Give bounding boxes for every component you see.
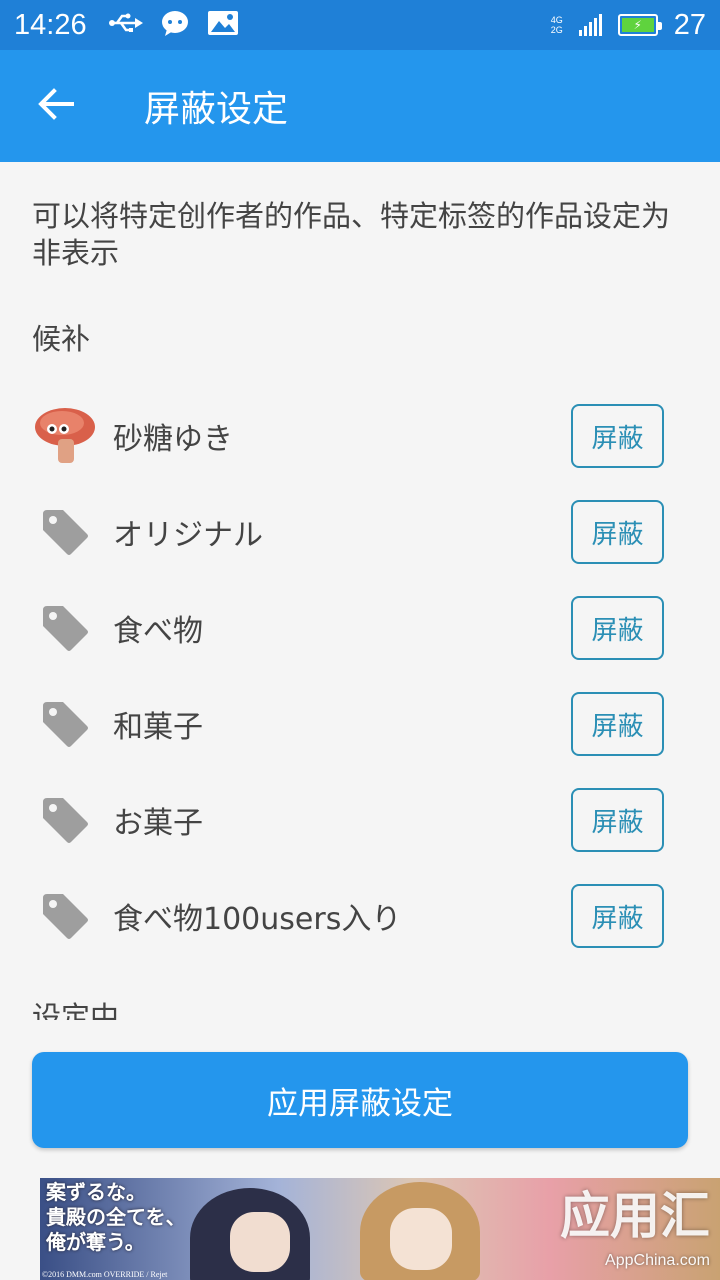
candidate-row-tag: お菓子 屏蔽	[0, 772, 720, 868]
network-bottom-label: 2G	[550, 25, 563, 35]
candidate-label: 和菓子	[113, 710, 203, 745]
tag-icon	[32, 883, 98, 949]
watermark-title: 应用汇	[560, 1187, 710, 1245]
back-button[interactable]	[0, 50, 112, 162]
mute-button[interactable]: 屏蔽	[571, 788, 664, 852]
mute-button[interactable]: 屏蔽	[571, 692, 664, 756]
network-top-label: 4G	[550, 15, 563, 25]
watermark-subtitle: AppChina.com	[605, 1252, 710, 1269]
usb-icon	[108, 13, 143, 37]
mute-button[interactable]: 屏蔽	[571, 884, 664, 948]
status-right: 4G 2G ⚡ 27	[551, 9, 706, 42]
network-type: 4G 2G	[551, 15, 563, 35]
image-icon	[207, 10, 239, 40]
candidate-row-tag: オリジナル 屏蔽	[0, 484, 720, 580]
candidate-label: オリジナル	[113, 518, 263, 553]
ad-line: 貴殿の全てを、	[46, 1205, 186, 1229]
candidate-label: お菓子	[113, 806, 203, 841]
mute-settings-content[interactable]: 可以将特定创作者的作品、特定标签的作品设定为非表示 候补 砂糖ゆき 屏蔽 オリジ…	[0, 162, 720, 1020]
signal-icon	[578, 14, 602, 36]
candidate-label: 食べ物	[113, 614, 203, 649]
mute-button[interactable]: 屏蔽	[571, 404, 664, 468]
tag-icon	[32, 691, 98, 757]
tag-icon	[32, 499, 98, 565]
ad-credit: ©2016 DMM.com OVERRIDE / Rejet	[42, 1270, 168, 1279]
battery-icon: ⚡	[617, 14, 662, 36]
arrow-left-icon	[38, 88, 74, 124]
chat-bubble-icon	[161, 10, 189, 40]
ad-character-face-2	[390, 1208, 452, 1270]
muted-section-title: 设定中	[32, 1000, 120, 1020]
ad-line: 俺が奪う。	[46, 1230, 145, 1254]
app-bar: 屏蔽设定	[0, 50, 720, 162]
candidate-label: 砂糖ゆき	[113, 422, 233, 457]
mute-button[interactable]: 屏蔽	[571, 596, 664, 660]
page-title: 屏蔽设定	[144, 89, 289, 130]
ad-line: 案ずるな。	[46, 1180, 146, 1204]
candidate-row-tag: 食べ物 屏蔽	[0, 580, 720, 676]
tag-icon	[32, 595, 98, 661]
candidates-section-title: 候补	[32, 322, 91, 356]
apply-mute-settings-button[interactable]: 应用屏蔽设定	[32, 1052, 688, 1148]
tag-icon	[32, 787, 98, 853]
battery-level: 27	[673, 8, 706, 41]
status-time: 14:26	[14, 8, 87, 41]
candidate-row-user: 砂糖ゆき 屏蔽	[0, 388, 720, 484]
status-notification-icons	[108, 10, 239, 40]
user-avatar	[32, 403, 98, 469]
ad-text-left: 案ずるな。 貴殿の全てを、 俺が奪う。	[46, 1180, 186, 1255]
appchina-watermark: 应用汇 AppChina.com	[540, 1176, 720, 1280]
mute-button[interactable]: 屏蔽	[571, 500, 664, 564]
description-text: 可以将特定创作者的作品、特定标签的作品设定为非表示	[32, 199, 671, 270]
candidate-row-tag: 和菓子 屏蔽	[0, 676, 720, 772]
status-bar: 14:26 4G 2G ⚡ 27	[0, 0, 720, 50]
candidate-label: 食べ物100users入り	[113, 902, 402, 937]
candidate-row-tag: 食べ物100users入り 屏蔽	[0, 868, 720, 964]
battery-fill: ⚡	[621, 18, 654, 32]
ad-character-face	[230, 1212, 290, 1272]
